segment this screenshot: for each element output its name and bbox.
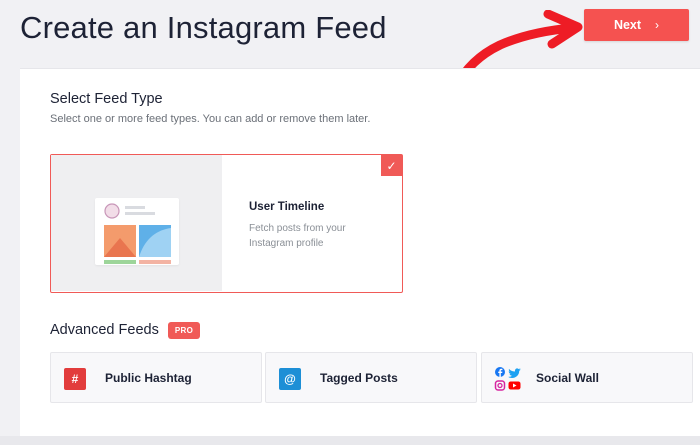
advanced-item-social-wall[interactable]: Social Wall xyxy=(481,352,693,403)
next-button-label: Next xyxy=(613,18,642,32)
pro-badge: PRO xyxy=(168,322,200,339)
instagram-icon xyxy=(494,380,506,391)
social-icons xyxy=(494,367,521,391)
select-feed-type-subtitle: Select one or more feed types. You can a… xyxy=(50,113,371,125)
advanced-item-tagged-posts[interactable]: @ Tagged Posts xyxy=(265,352,477,403)
at-sign-icon: @ xyxy=(279,368,301,390)
bottom-divider xyxy=(0,436,700,445)
chevron-right-icon: › xyxy=(655,18,660,32)
profile-preview-card xyxy=(95,198,179,265)
user-timeline-illustration xyxy=(51,155,222,291)
advanced-item-label: Tagged Posts xyxy=(320,371,398,385)
selected-check-icon: ✓ xyxy=(381,155,402,176)
advanced-item-label: Public Hashtag xyxy=(105,371,192,385)
feed-option-user-timeline[interactable]: ✓ User Timeline Fetch posts from your In… xyxy=(50,154,403,293)
page-title: Create an Instagram Feed xyxy=(20,10,387,45)
select-feed-type-title: Select Feed Type xyxy=(50,91,163,107)
feed-option-title: User Timeline xyxy=(249,201,325,213)
advanced-feeds-title: Advanced Feeds xyxy=(50,322,159,338)
advanced-item-label: Social Wall xyxy=(536,371,599,385)
next-button[interactable]: Next › xyxy=(584,9,689,41)
feed-option-description: Fetch posts from your Instagram profile xyxy=(249,223,346,249)
advanced-item-public-hashtag[interactable]: # Public Hashtag xyxy=(50,352,262,403)
hashtag-icon: # xyxy=(64,368,86,390)
twitter-icon xyxy=(508,368,521,378)
